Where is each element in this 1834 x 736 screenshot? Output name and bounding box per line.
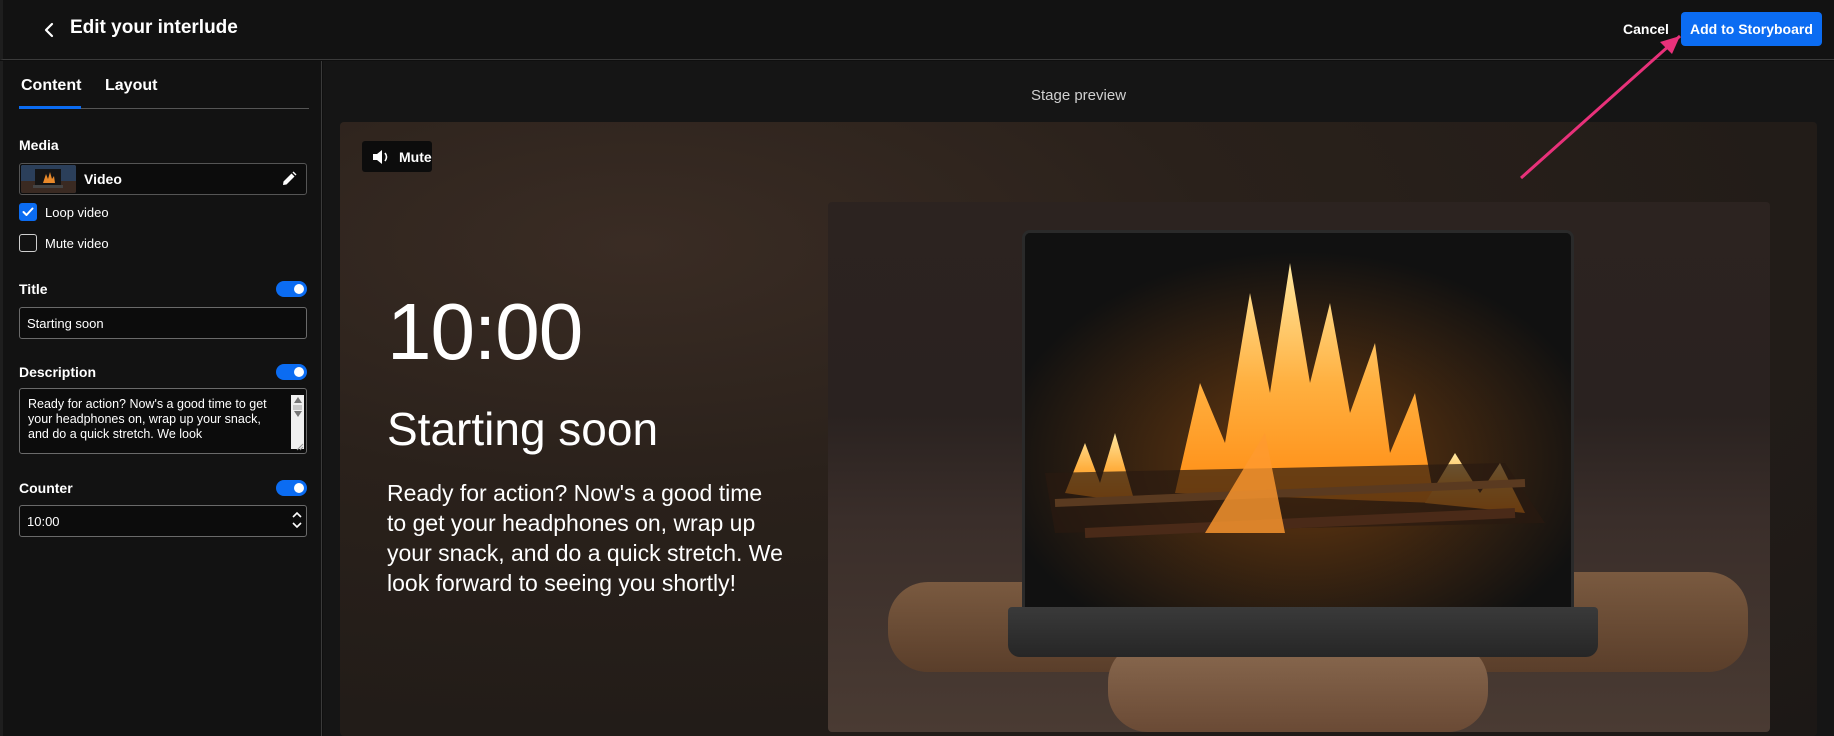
title-label: Title (19, 281, 48, 297)
media-label: Media (19, 137, 59, 153)
counter-toggle[interactable] (276, 480, 307, 496)
mute-button[interactable]: Mute (362, 141, 432, 172)
description-text: Ready for action? Now's a good time to g… (28, 397, 267, 441)
add-to-storyboard-button[interactable]: Add to Storyboard (1681, 12, 1822, 46)
description-label: Description (19, 364, 97, 380)
page-title: Edit your interlude (70, 17, 238, 38)
mute-label: Mute (399, 148, 432, 165)
scroll-down-icon[interactable] (294, 411, 302, 417)
media-type-label: Video (84, 171, 122, 187)
media-thumbnail (21, 165, 76, 193)
mute-video-check[interactable] (19, 234, 37, 252)
media-selector[interactable]: Video (19, 163, 307, 195)
active-tab-indicator (19, 106, 81, 109)
mute-video-label: Mute video (45, 235, 109, 251)
counter-label: Counter (19, 480, 73, 496)
description-toggle[interactable] (276, 364, 307, 380)
cancel-button[interactable]: Cancel (1609, 12, 1683, 46)
video-thumbnail-graphic (21, 165, 76, 193)
preview-description: Ready for action? Now's a good time to g… (387, 480, 783, 596)
loop-video-label: Loop video (45, 204, 109, 220)
preview-title: Starting soon (387, 403, 659, 455)
speaker-icon (373, 149, 388, 164)
scroll-up-icon[interactable] (294, 397, 302, 403)
back-button[interactable] (37, 18, 61, 42)
top-bar: Edit your interlude Cancel Add to Storyb… (0, 0, 1834, 60)
stage-preview: Mute 10:00 Starting soon Ready for actio… (340, 122, 1817, 736)
pencil-icon[interactable] (280, 170, 298, 188)
preview-area: Stage preview Mute 10:00 Starting soon R… (323, 61, 1834, 736)
tab-bar: Content Layout (19, 61, 309, 109)
loop-video-checkbox[interactable]: Loop video (19, 202, 109, 222)
title-toggle[interactable] (276, 281, 307, 297)
counter-input[interactable] (19, 505, 307, 537)
tab-content[interactable]: Content (21, 77, 81, 95)
laptop-base (1008, 607, 1598, 657)
tab-layout[interactable]: Layout (105, 77, 157, 95)
scroll-thumb[interactable] (293, 405, 302, 410)
checkmark-icon (22, 207, 34, 216)
countdown-timer: 10:00 (387, 287, 583, 376)
stage-preview-label: Stage preview (1030, 87, 1127, 104)
laptop-screen (1022, 230, 1574, 610)
chevron-left-icon (44, 22, 54, 38)
fire-graphic (1025, 233, 1571, 607)
mute-video-checkbox[interactable]: Mute video (19, 233, 109, 253)
counter-field (19, 505, 307, 537)
title-input[interactable] (19, 307, 307, 339)
resize-grip-icon[interactable] (294, 441, 304, 451)
video-preview (828, 202, 1770, 732)
description-textarea[interactable]: Ready for action? Now's a good time to g… (19, 388, 307, 454)
stepper-arrows-icon[interactable] (291, 508, 303, 532)
loop-video-check[interactable] (19, 203, 37, 221)
